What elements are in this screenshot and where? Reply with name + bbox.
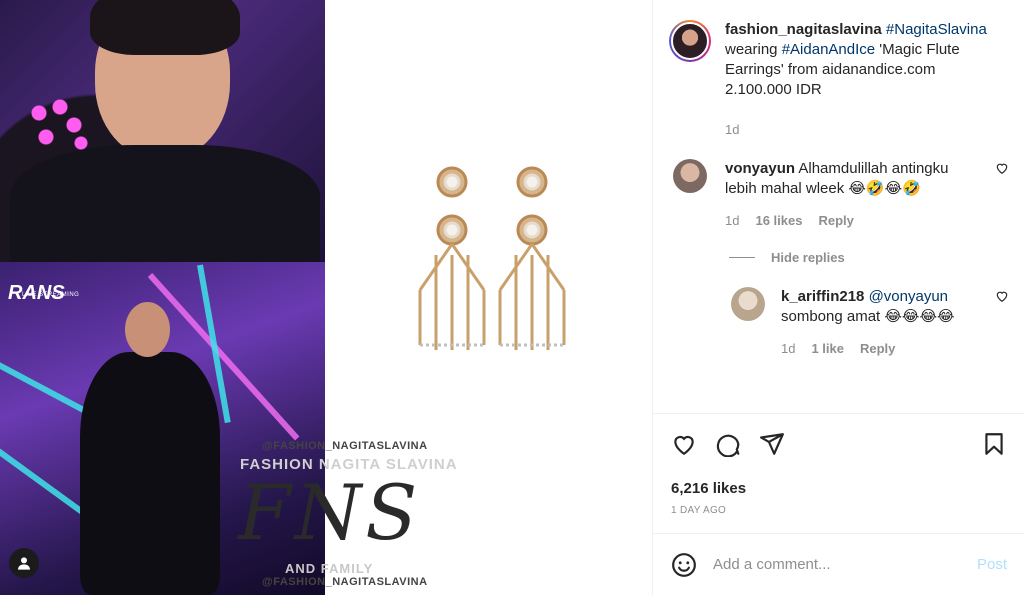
- post-media[interactable]: RANS LIVE STREAMING @FASHION_NAGITASLAVI…: [0, 0, 652, 595]
- caption-time[interactable]: 1d: [725, 122, 739, 137]
- avatar[interactable]: [673, 159, 707, 193]
- head: [125, 302, 170, 357]
- reply-username[interactable]: k_ariffin218: [781, 288, 864, 305]
- comment-username[interactable]: vonyayun: [725, 160, 795, 177]
- share-icon[interactable]: [759, 431, 785, 457]
- jacket: [10, 145, 320, 275]
- watermark-logo: FNS: [238, 468, 422, 557]
- comment-icon[interactable]: [715, 431, 741, 457]
- action-bar: 6,216 likes 1 DAY AGO: [653, 413, 1024, 533]
- photo-portrait: [0, 0, 325, 275]
- caption-username[interactable]: fashion_nagitaslavina: [725, 21, 882, 38]
- post-age[interactable]: 1 DAY AGO: [671, 505, 1007, 516]
- hashtag-nagitaslavina[interactable]: #NagitaSlavina: [886, 21, 987, 38]
- avatar[interactable]: [669, 20, 711, 62]
- comment-text: vonyayun Alhamdulillah antingku lebih ma…: [725, 159, 977, 199]
- comment: vonyayun Alhamdulillah antingku lebih ma…: [669, 159, 1009, 228]
- reply-time[interactable]: 1d: [781, 341, 795, 356]
- comment-likes[interactable]: 16 likes: [755, 213, 802, 228]
- reply-button[interactable]: Reply: [818, 213, 853, 228]
- reply-comment: k_ariffin218 @vonyayun sombong amat 😂😂😂😂…: [731, 287, 1009, 356]
- user-icon: [18, 557, 30, 570]
- bookmark-icon[interactable]: [981, 431, 1007, 457]
- stage-lights: [25, 95, 95, 155]
- reply-reply-button[interactable]: Reply: [860, 341, 895, 356]
- watermark-handle-bottom: @FASHION_NAGITASLAVINA: [262, 576, 428, 588]
- avatar[interactable]: [731, 287, 765, 321]
- reply-likes[interactable]: 1 like: [811, 341, 844, 356]
- dress: [80, 352, 220, 595]
- divider: [729, 257, 755, 258]
- emoji-icon[interactable]: [671, 552, 697, 578]
- comment-time[interactable]: 1d: [725, 213, 739, 228]
- caption-wearing: wearing: [725, 41, 778, 58]
- instagram-post: RANS LIVE STREAMING @FASHION_NAGITASLAVI…: [0, 0, 1024, 595]
- likes-count[interactable]: 6,216 likes: [671, 480, 1007, 497]
- like-comment-heart-icon[interactable]: [995, 161, 1009, 175]
- post-button[interactable]: Post: [977, 556, 1007, 573]
- hair: [90, 0, 240, 55]
- reply-body: sombong amat 😂😂😂😂: [781, 308, 955, 325]
- performer: [80, 302, 220, 595]
- heart-icon[interactable]: [671, 431, 697, 457]
- watermark-family: AND FAMILY: [285, 561, 374, 576]
- comment-input[interactable]: [713, 556, 977, 573]
- hashtag-aidanandice[interactable]: #AidanAndIce: [782, 41, 875, 58]
- comments-section: fashion_nagitaslavina #NagitaSlavina wea…: [653, 0, 1024, 413]
- add-comment-bar: Post: [653, 533, 1024, 595]
- post-sidebar: fashion_nagitaslavina #NagitaSlavina wea…: [652, 0, 1024, 595]
- hide-replies-button[interactable]: Hide replies: [771, 250, 845, 265]
- reply-text: k_ariffin218 @vonyayun sombong amat 😂😂😂😂: [781, 287, 971, 327]
- tagged-users-button[interactable]: [9, 548, 39, 578]
- watermark-handle: @FASHION_NAGITASLAVINA: [262, 440, 428, 452]
- hide-replies-row[interactable]: Hide replies: [729, 250, 1009, 265]
- caption: fashion_nagitaslavina #NagitaSlavina wea…: [669, 20, 1009, 137]
- caption-text: fashion_nagitaslavina #NagitaSlavina wea…: [725, 20, 995, 100]
- like-reply-heart-icon[interactable]: [995, 289, 1009, 303]
- earrings-image: [418, 166, 566, 350]
- rans-logo-sub: LIVE STREAMING: [22, 292, 80, 298]
- reply-mention[interactable]: @vonyayun: [869, 288, 948, 305]
